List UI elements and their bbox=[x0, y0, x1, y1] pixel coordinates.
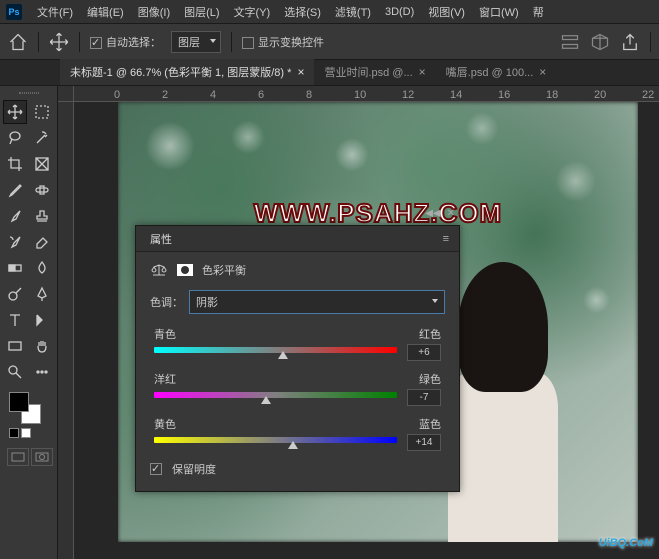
balance-icon bbox=[150, 263, 168, 277]
rectangle-tool[interactable] bbox=[3, 334, 27, 358]
menu-file[interactable]: 文件(F) bbox=[30, 0, 80, 24]
frame-tool[interactable] bbox=[30, 152, 54, 176]
toolbox bbox=[0, 86, 58, 559]
options-bar: 自动选择： 图层 显示变换控件 bbox=[0, 24, 659, 60]
history-brush-tool[interactable] bbox=[3, 230, 27, 254]
slider-right-label: 绿色 bbox=[419, 371, 441, 387]
show-transform-checkbox[interactable]: 显示变换控件 bbox=[242, 34, 324, 50]
path-tool[interactable] bbox=[30, 308, 54, 332]
panel-close-icon[interactable]: ✕ bbox=[447, 208, 455, 219]
mask-icon bbox=[176, 263, 194, 277]
menu-layer[interactable]: 图层(L) bbox=[177, 0, 226, 24]
panel-menu-icon[interactable]: ≡ bbox=[443, 233, 449, 245]
move-tool-icon[interactable] bbox=[49, 32, 69, 52]
menu-filter[interactable]: 滤镜(T) bbox=[328, 0, 378, 24]
auto-select-checkbox[interactable]: 自动选择： bbox=[90, 34, 161, 50]
healing-tool[interactable] bbox=[30, 178, 54, 202]
slider-left-label: 黄色 bbox=[154, 416, 176, 432]
tab-document-1[interactable]: 未标题-1 @ 66.7% (色彩平衡 1, 图层蒙版/8) *× bbox=[60, 59, 314, 85]
ruler-vertical[interactable] bbox=[58, 102, 74, 559]
quickmask-mode-icon[interactable] bbox=[31, 448, 53, 466]
preserve-luminosity-checkbox[interactable]: 保留明度 bbox=[150, 461, 445, 477]
menu-help[interactable]: 帮 bbox=[526, 0, 551, 24]
menu-select[interactable]: 选择(S) bbox=[277, 0, 328, 24]
document-tab-bar: 未标题-1 @ 66.7% (色彩平衡 1, 图层蒙版/8) *× 营业时间.p… bbox=[0, 60, 659, 86]
brush-tool[interactable] bbox=[3, 204, 27, 228]
slider-value-input-0[interactable]: +6 bbox=[407, 344, 441, 361]
menu-type[interactable]: 文字(Y) bbox=[227, 0, 278, 24]
crop-tool[interactable] bbox=[3, 152, 27, 176]
ruler-origin[interactable] bbox=[58, 86, 74, 102]
gradient-tool[interactable] bbox=[3, 256, 27, 280]
3d-mode-icon[interactable] bbox=[590, 32, 610, 52]
menu-image[interactable]: 图像(I) bbox=[131, 0, 177, 24]
ruler-horizontal[interactable]: 0246810121416182022 bbox=[74, 86, 659, 102]
tab-document-3[interactable]: 嘴唇.psd @ 100...× bbox=[436, 59, 557, 85]
lasso-tool[interactable] bbox=[3, 126, 27, 150]
move-tool[interactable] bbox=[3, 100, 27, 124]
edit-toolbar[interactable] bbox=[30, 360, 54, 384]
pen-tool[interactable] bbox=[30, 282, 54, 306]
marquee-tool[interactable] bbox=[30, 100, 54, 124]
dodge-tool[interactable] bbox=[3, 282, 27, 306]
color-balance-slider-1[interactable] bbox=[154, 392, 397, 404]
uibq-watermark: UiBQ.CoM bbox=[599, 530, 653, 551]
menu-edit[interactable]: 编辑(E) bbox=[80, 0, 131, 24]
slider-left-label: 青色 bbox=[154, 326, 176, 342]
slider-left-label: 洋红 bbox=[154, 371, 176, 387]
standard-mode-icon[interactable] bbox=[7, 448, 29, 466]
close-icon[interactable]: × bbox=[419, 65, 426, 79]
slider-value-input-2[interactable]: +14 bbox=[407, 434, 441, 451]
type-tool[interactable] bbox=[3, 308, 27, 332]
zoom-tool[interactable] bbox=[3, 360, 27, 384]
eraser-tool[interactable] bbox=[30, 230, 54, 254]
properties-panel: ◀◀ ✕ 属性 ≡ 色彩平衡 色调： 阴影 青色红色 +6 洋红绿色 bbox=[135, 225, 460, 492]
auto-select-target-dropdown[interactable]: 图层 bbox=[171, 31, 221, 53]
slider-right-label: 蓝色 bbox=[419, 416, 441, 432]
tab-document-2[interactable]: 营业时间.psd @...× bbox=[314, 59, 435, 85]
eyedropper-tool[interactable] bbox=[3, 178, 27, 202]
stamp-tool[interactable] bbox=[30, 204, 54, 228]
blur-tool[interactable] bbox=[30, 256, 54, 280]
align-icon[interactable] bbox=[560, 32, 580, 52]
close-icon[interactable]: × bbox=[539, 65, 546, 79]
slider-right-label: 红色 bbox=[419, 326, 441, 342]
menu-3d[interactable]: 3D(D) bbox=[378, 2, 421, 22]
tone-select[interactable]: 阴影 bbox=[189, 290, 445, 314]
hand-tool[interactable] bbox=[30, 334, 54, 358]
default-colors-icon[interactable] bbox=[9, 428, 19, 438]
share-icon[interactable] bbox=[620, 32, 640, 52]
color-swatches[interactable] bbox=[9, 392, 41, 424]
menu-window[interactable]: 窗口(W) bbox=[472, 0, 526, 24]
foreground-swatch[interactable] bbox=[9, 392, 29, 412]
properties-tab[interactable]: 属性 bbox=[146, 226, 176, 252]
ps-logo-icon: Ps bbox=[6, 4, 22, 20]
menu-bar: Ps 文件(F) 编辑(E) 图像(I) 图层(L) 文字(Y) 选择(S) 滤… bbox=[0, 0, 659, 24]
panel-collapse-icon[interactable]: ◀◀ bbox=[425, 208, 440, 219]
swap-colors-icon[interactable] bbox=[21, 428, 31, 438]
home-icon[interactable] bbox=[8, 32, 28, 52]
slider-value-input-1[interactable]: -7 bbox=[407, 389, 441, 406]
magic-wand-tool[interactable] bbox=[30, 126, 54, 150]
toolbox-handle[interactable] bbox=[3, 90, 54, 96]
color-balance-slider-2[interactable] bbox=[154, 437, 397, 449]
close-icon[interactable]: × bbox=[297, 65, 304, 79]
tone-label: 色调： bbox=[150, 294, 183, 310]
menu-view[interactable]: 视图(V) bbox=[421, 0, 472, 24]
adjustment-name: 色彩平衡 bbox=[202, 262, 246, 278]
color-balance-slider-0[interactable] bbox=[154, 347, 397, 359]
